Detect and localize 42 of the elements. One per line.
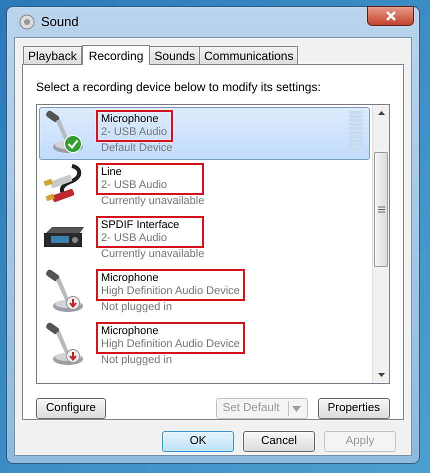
device-item[interactable]: Microphone High Definition Audio Device Not plugged in (39, 266, 370, 319)
down-arrow-icon (66, 296, 80, 310)
window-title: Sound (41, 13, 79, 32)
tab[interactable]: Communications (199, 46, 298, 64)
device-driver: 2- USB Audio (101, 179, 168, 192)
checkmark-icon (64, 135, 82, 153)
device-status: Currently unavailable (101, 248, 204, 261)
device-driver: High Definition Audio Device (101, 285, 240, 298)
device-name: Line (101, 166, 123, 179)
device-name: SPDIF Interface (101, 219, 180, 232)
dialog-button[interactable]: Cancel (243, 431, 315, 452)
scrollbar[interactable] (372, 105, 389, 383)
close-button[interactable] (367, 6, 414, 26)
close-icon (384, 11, 396, 21)
tab[interactable]: Playback (23, 46, 82, 64)
down-arrow-icon (66, 349, 80, 363)
device-item[interactable]: SPDIF Interface 2- USB Audio Currently unavailable (39, 213, 370, 266)
panel-button[interactable]: Configure (36, 398, 106, 419)
device-driver: 2- USB Audio (101, 232, 168, 245)
device-status: Default Device (101, 142, 173, 155)
scroll-down-icon (378, 373, 384, 377)
speaker-icon (19, 14, 35, 30)
grip-icon (378, 206, 384, 213)
device-driver: High Definition Audio Device (101, 338, 240, 351)
caret-icon (292, 406, 301, 412)
device-item[interactable]: Microphone 2- USB Audio Default Device (39, 107, 370, 160)
dialog-button[interactable]: OK (162, 431, 234, 452)
device-status: Not plugged in (101, 354, 173, 367)
device-item[interactable]: Microphone High Definition Audio Device Not plugged in (39, 319, 370, 372)
instruction-text: Select a recording device below to modify its settings: (36, 79, 322, 96)
device-status: Currently unavailable (101, 195, 204, 208)
device-status: Not plugged in (101, 301, 173, 314)
panel-button[interactable]: Properties (318, 398, 390, 419)
tab[interactable]: Recording (82, 45, 150, 65)
device-name: Microphone (101, 272, 160, 285)
scroll-up-icon (378, 111, 384, 115)
device-driver: 2- USB Audio (101, 126, 168, 139)
device-name: Microphone (101, 325, 160, 338)
tab[interactable]: Sounds (149, 46, 200, 64)
scroll-thumb[interactable] (374, 152, 388, 267)
device-name: Microphone (101, 113, 160, 126)
device-item[interactable]: Line 2- USB Audio Currently unavailable (39, 160, 370, 213)
